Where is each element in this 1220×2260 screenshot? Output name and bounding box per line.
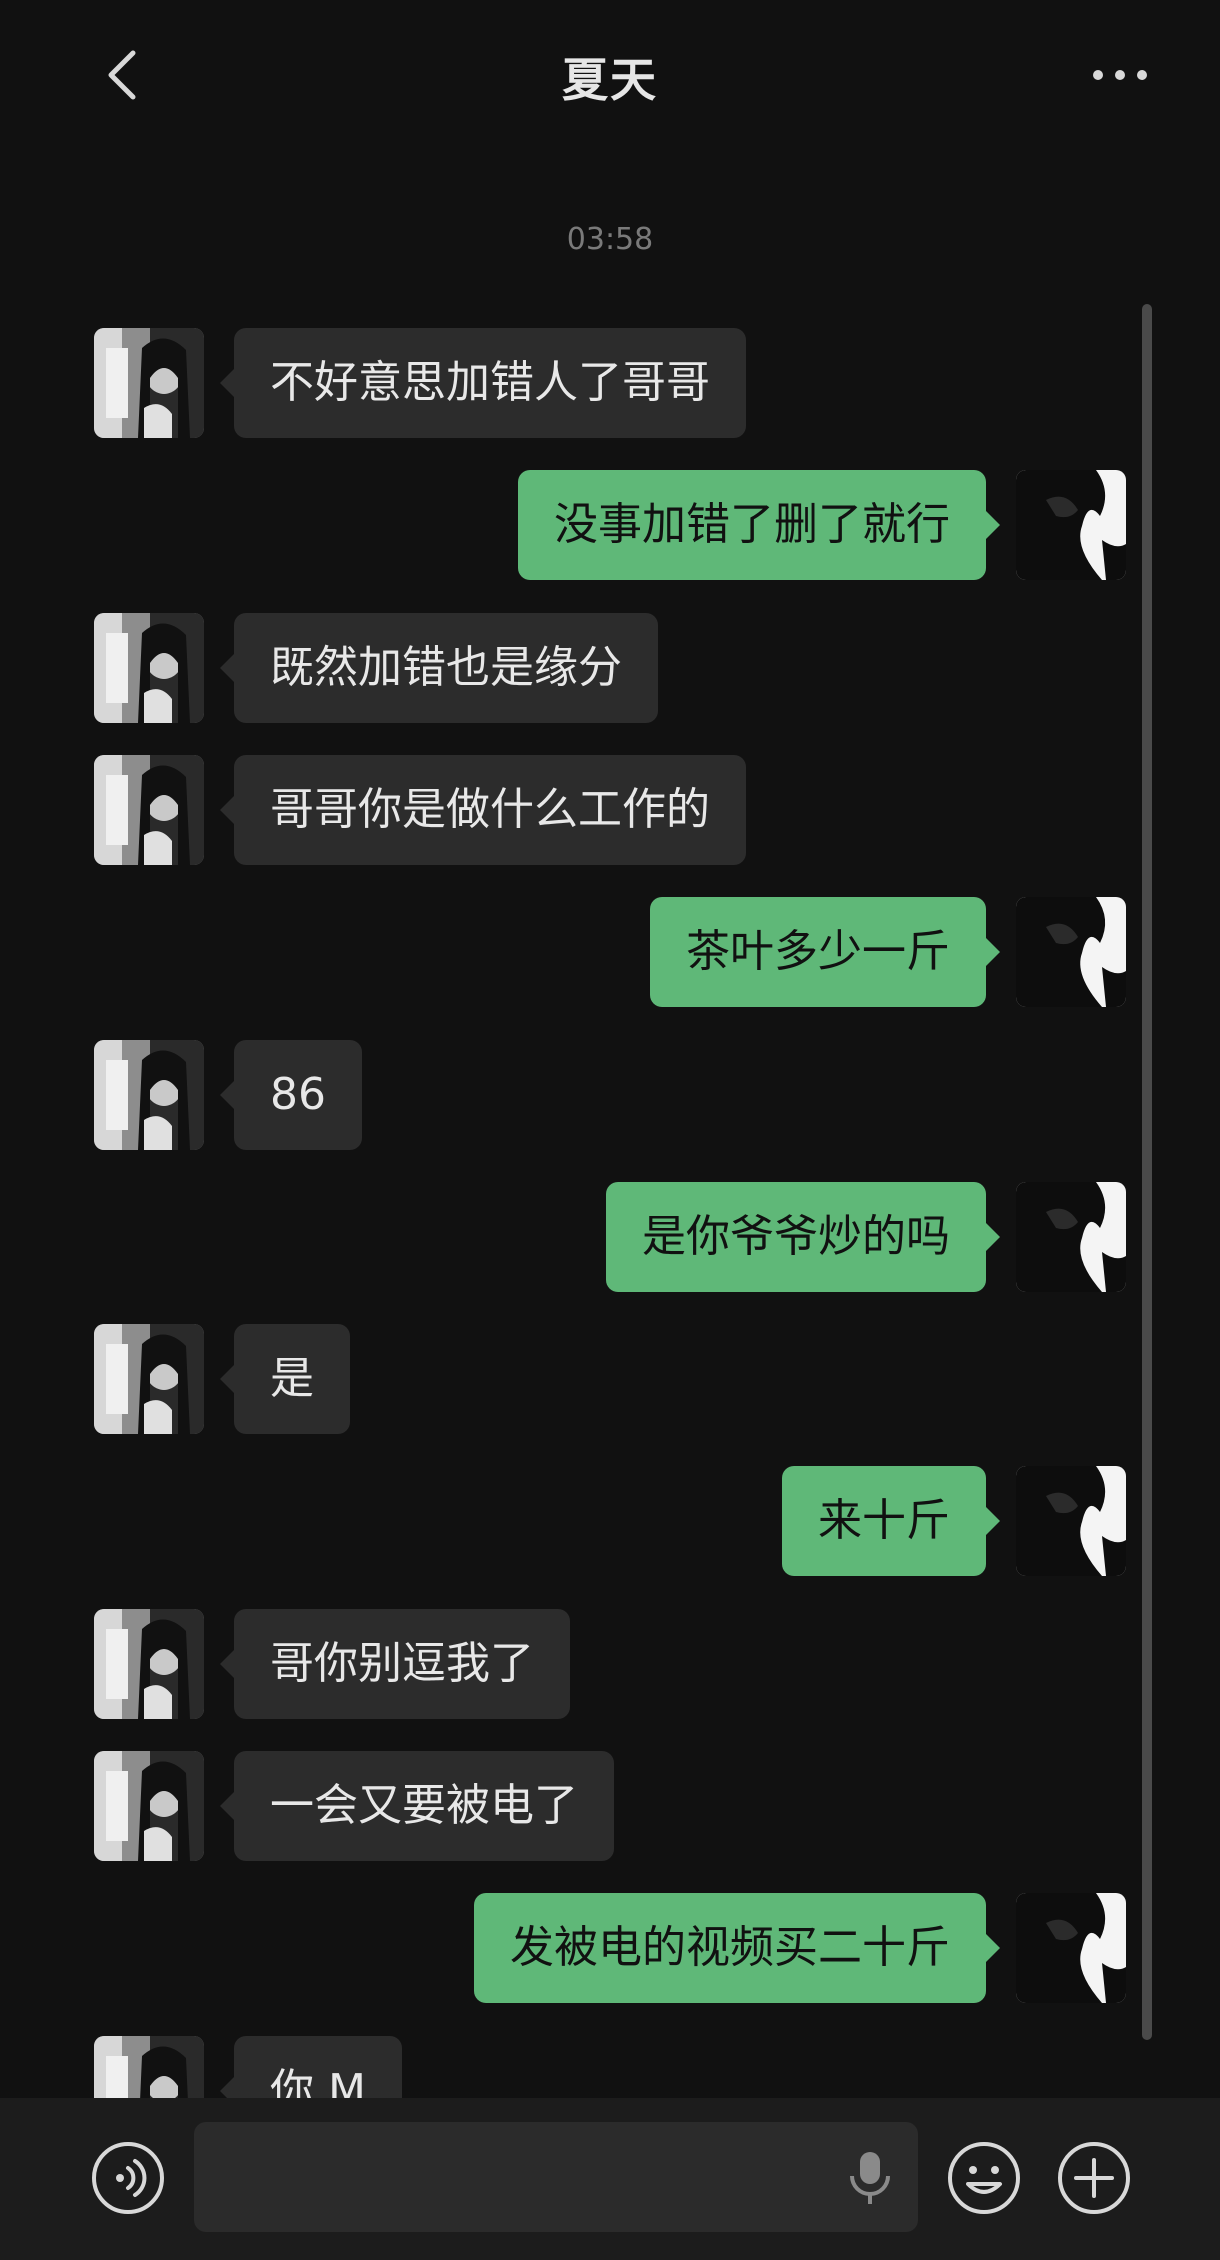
plus-button[interactable] bbox=[1056, 2140, 1132, 2216]
microphone-icon bbox=[850, 2152, 890, 2204]
message-row: 茶叶多少一斤 bbox=[0, 897, 1220, 1007]
my-avatar[interactable] bbox=[1016, 470, 1126, 580]
microphone-button[interactable] bbox=[842, 2148, 898, 2208]
received-message-bubble[interactable]: 哥你别逗我了 bbox=[220, 1609, 570, 1719]
contact-avatar[interactable] bbox=[94, 1040, 204, 1150]
received-message-bubble[interactable]: 不好意思加错人了哥哥 bbox=[220, 328, 746, 438]
received-message-bubble[interactable]: 既然加错也是缘分 bbox=[220, 613, 658, 723]
contact-avatar[interactable] bbox=[94, 1324, 204, 1434]
message-input[interactable] bbox=[194, 2122, 918, 2232]
more-dots-icon bbox=[1093, 70, 1147, 80]
my-avatar[interactable] bbox=[1016, 1182, 1126, 1292]
received-message-bubble[interactable]: 一会又要被电了 bbox=[220, 1751, 614, 1861]
message-row: 是 bbox=[0, 1324, 1220, 1434]
more-button[interactable] bbox=[1080, 40, 1160, 110]
message-list[interactable]: 03:58 不好意思加错人了哥哥没事加错了删了就行既然加错也是缘分 哥哥你是做什么… bbox=[0, 0, 1220, 2098]
voice-icon bbox=[92, 2142, 164, 2214]
sent-message-bubble[interactable]: 茶叶多少一斤 bbox=[650, 897, 1000, 1007]
received-message-bubble[interactable]: 哥哥你是做什么工作的 bbox=[220, 755, 746, 865]
message-row: 不好意思加错人了哥哥 bbox=[0, 328, 1220, 438]
sent-message-bubble[interactable]: 来十斤 bbox=[782, 1466, 1000, 1576]
chat-header: 夏天 bbox=[0, 0, 1220, 160]
message-row: 哥你别逗我了 bbox=[0, 1609, 1220, 1719]
message-row: 发被电的视频买二十斤 bbox=[0, 1893, 1220, 2003]
emoji-icon bbox=[948, 2142, 1020, 2214]
sent-message-bubble[interactable]: 是你爷爷炒的吗 bbox=[606, 1182, 1000, 1292]
message-timestamp: 03:58 bbox=[566, 222, 654, 257]
chat-screen: 03:58 不好意思加错人了哥哥没事加错了删了就行既然加错也是缘分 哥哥你是做什么… bbox=[0, 0, 1220, 2260]
voice-button[interactable] bbox=[90, 2140, 166, 2216]
my-avatar[interactable] bbox=[1016, 897, 1126, 1007]
plus-icon bbox=[1058, 2142, 1130, 2214]
contact-avatar[interactable] bbox=[94, 755, 204, 865]
message-row: 一会又要被电了 bbox=[0, 1751, 1220, 1861]
message-row: 来十斤 bbox=[0, 1466, 1220, 1576]
received-message-bubble[interactable]: 你 M bbox=[220, 2036, 402, 2098]
sent-message-bubble[interactable]: 发被电的视频买二十斤 bbox=[474, 1893, 1000, 2003]
contact-avatar[interactable] bbox=[94, 1751, 204, 1861]
message-row: 哥哥你是做什么工作的 bbox=[0, 755, 1220, 865]
sent-message-bubble[interactable]: 没事加错了删了就行 bbox=[518, 470, 1000, 580]
emoji-button[interactable] bbox=[946, 2140, 1022, 2216]
contact-avatar[interactable] bbox=[94, 1609, 204, 1719]
my-avatar[interactable] bbox=[1016, 1893, 1126, 2003]
my-avatar[interactable] bbox=[1016, 1466, 1126, 1576]
message-row: 没事加错了删了就行 bbox=[0, 470, 1220, 580]
contact-avatar[interactable] bbox=[94, 613, 204, 723]
message-row: 你 M bbox=[0, 2036, 1220, 2098]
received-message-bubble[interactable]: 是 bbox=[220, 1324, 350, 1434]
message-row: 既然加错也是缘分 bbox=[0, 613, 1220, 723]
contact-avatar[interactable] bbox=[94, 2036, 204, 2098]
scrollbar[interactable] bbox=[1142, 304, 1152, 2040]
received-message-bubble[interactable]: 86 bbox=[220, 1040, 362, 1150]
chat-title: 夏天 bbox=[562, 53, 658, 107]
message-row: 86 bbox=[0, 1040, 1220, 1150]
contact-avatar[interactable] bbox=[94, 328, 204, 438]
message-row: 是你爷爷炒的吗 bbox=[0, 1182, 1220, 1292]
